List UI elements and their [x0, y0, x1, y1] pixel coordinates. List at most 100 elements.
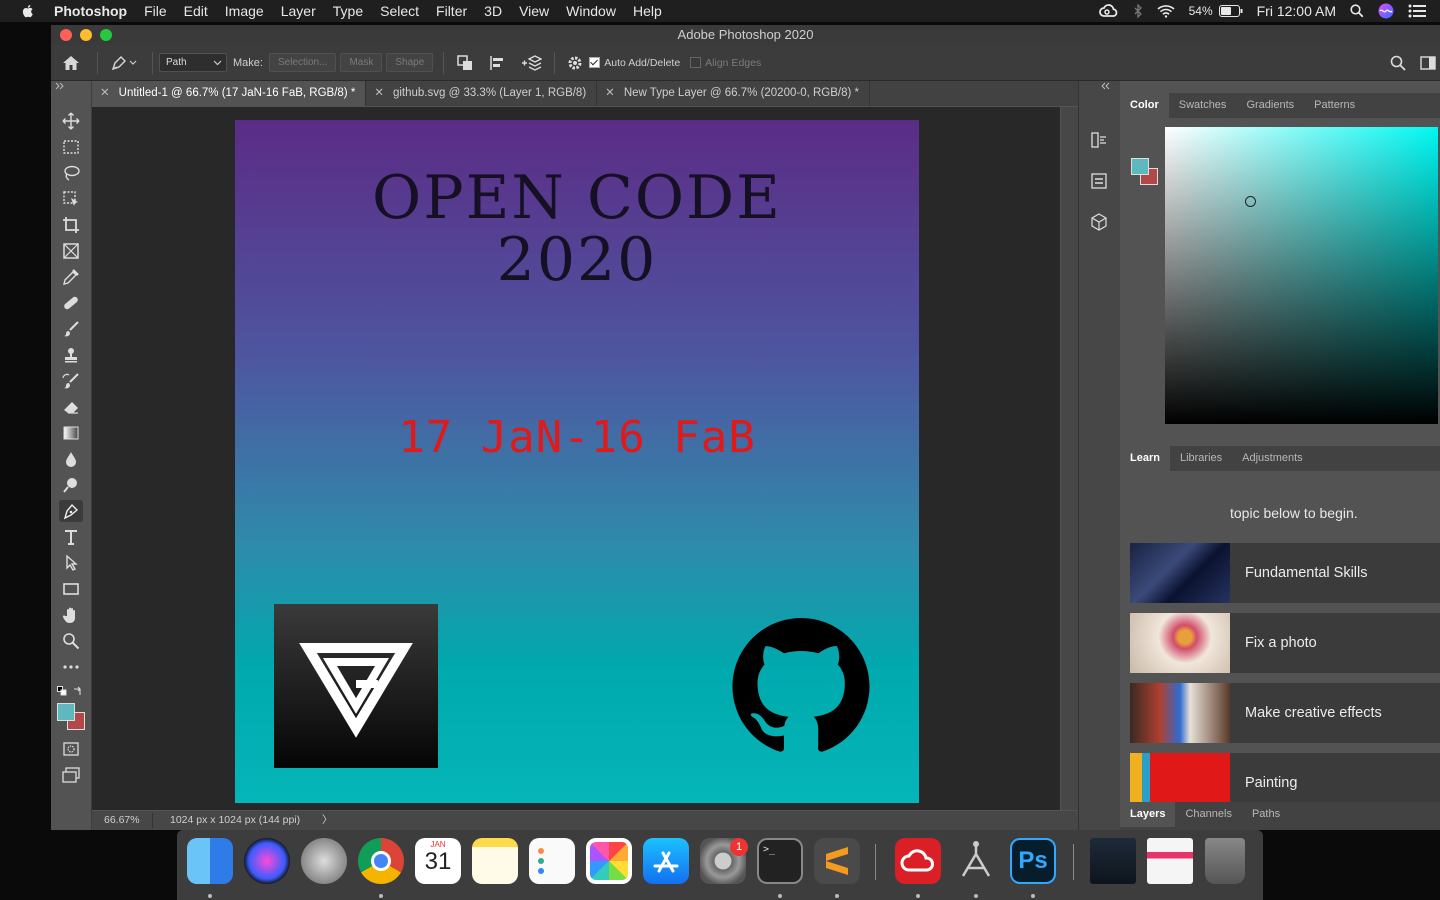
zoom-tool[interactable] — [59, 630, 83, 652]
notification-center-icon[interactable] — [1408, 4, 1426, 18]
make-mask-button[interactable]: Mask — [340, 53, 383, 72]
color-picker-cursor[interactable] — [1245, 196, 1256, 207]
menu-help[interactable]: Help — [633, 3, 662, 19]
color-field-picker[interactable] — [1165, 127, 1438, 424]
default-colors-icon[interactable] — [57, 686, 67, 696]
finder-icon[interactable] — [187, 838, 233, 884]
zoom-window-button[interactable] — [100, 29, 112, 41]
creative-cloud-app-icon[interactable] — [895, 838, 941, 884]
calendar-icon[interactable]: JAN 31 — [415, 838, 461, 884]
menu-select[interactable]: Select — [380, 3, 419, 19]
tab-libraries[interactable]: Libraries — [1170, 446, 1232, 471]
battery-icon[interactable] — [1218, 5, 1243, 17]
trash-icon[interactable] — [1205, 838, 1245, 884]
menu-filter[interactable]: Filter — [436, 3, 467, 19]
reminders-icon[interactable] — [529, 838, 575, 884]
pen-tool[interactable] — [59, 500, 83, 522]
recent-document-thumbnail[interactable] — [1147, 838, 1193, 884]
menu-edit[interactable]: Edit — [184, 3, 208, 19]
bluetooth-icon[interactable] — [1133, 4, 1143, 18]
close-tab-icon[interactable]: ✕ — [100, 87, 110, 99]
close-window-button[interactable] — [60, 29, 72, 41]
tab-layers[interactable]: Layers — [1120, 802, 1176, 827]
sublime-text-icon[interactable] — [814, 838, 860, 884]
minimize-window-button[interactable] — [80, 29, 92, 41]
rectangle-tool[interactable] — [59, 578, 83, 600]
align-edges-checkbox[interactable] — [690, 57, 702, 68]
siri-app-icon[interactable] — [244, 838, 290, 884]
auto-add-delete-checkbox[interactable] — [589, 57, 601, 68]
move-tool[interactable] — [59, 110, 83, 132]
foreground-color-swatch[interactable] — [57, 703, 75, 721]
document-tab-github[interactable]: ✕ github.svg @ 33.3% (Layer 1, RGB/8) — [366, 81, 598, 106]
history-brush-tool[interactable] — [59, 370, 83, 392]
siri-icon[interactable] — [1378, 3, 1394, 19]
photoshop-app-icon[interactable]: Ps — [1010, 838, 1056, 884]
home-button[interactable] — [51, 45, 91, 80]
object-selection-tool[interactable] — [59, 188, 83, 210]
workspace-switcher-icon[interactable] — [1420, 56, 1436, 70]
history-panel-icon[interactable] — [1090, 131, 1108, 149]
tab-gradients[interactable]: Gradients — [1236, 93, 1304, 118]
launchpad-icon[interactable] — [301, 838, 347, 884]
healing-brush-tool[interactable] — [59, 292, 83, 314]
dodge-tool[interactable] — [59, 474, 83, 496]
gear-icon[interactable] — [567, 55, 583, 71]
brush-tool[interactable] — [59, 318, 83, 340]
path-operations-icon[interactable] — [456, 54, 476, 72]
rectangular-marquee-tool[interactable] — [59, 136, 83, 158]
terminal-icon[interactable]: >_ — [757, 838, 803, 884]
document-canvas[interactable]: OPEN CODE 2020 17 JaN-16 FaB — [235, 120, 919, 803]
tab-adjustments[interactable]: Adjustments — [1232, 446, 1313, 471]
chrome-icon[interactable] — [358, 838, 404, 884]
menu-3d[interactable]: 3D — [484, 3, 502, 19]
adjustments-panel-icon[interactable] — [1090, 172, 1108, 190]
creative-cloud-icon[interactable] — [1098, 4, 1119, 18]
menu-type[interactable]: Type — [333, 3, 363, 19]
path-selection-tool[interactable] — [59, 552, 83, 574]
tab-paths[interactable]: Paths — [1242, 802, 1290, 827]
wifi-icon[interactable] — [1157, 4, 1175, 18]
pen-mode-select[interactable]: Path — [159, 53, 227, 72]
path-alignment-icon[interactable] — [488, 54, 508, 72]
collapse-panels-icon[interactable] — [1101, 82, 1111, 90]
make-selection-button[interactable]: Selection... — [268, 53, 337, 72]
document-tab-untitled[interactable]: ✕ Untitled-1 @ 66.7% (17 JaN-16 FaB, RGB/… — [92, 81, 367, 106]
path-arrangement-icon[interactable] — [520, 54, 543, 72]
collapse-toolbox-icon[interactable] — [55, 82, 65, 90]
tool-preset-picker[interactable] — [110, 55, 138, 71]
crop-tool[interactable] — [59, 214, 83, 236]
tab-channels[interactable]: Channels — [1175, 802, 1241, 827]
screen-mode-button[interactable] — [59, 764, 83, 786]
gradient-tool[interactable] — [59, 422, 83, 444]
tab-patterns[interactable]: Patterns — [1304, 93, 1365, 118]
clone-stamp-tool[interactable] — [59, 344, 83, 366]
hand-tool[interactable] — [59, 604, 83, 626]
edit-toolbar-button[interactable] — [59, 656, 83, 678]
3d-panel-icon[interactable] — [1090, 213, 1108, 231]
learn-item-fix-a-photo[interactable]: Fix a photo — [1130, 613, 1440, 673]
menu-window[interactable]: Window — [566, 3, 616, 19]
blur-tool[interactable] — [59, 448, 83, 470]
eraser-tool[interactable] — [59, 396, 83, 418]
type-tool[interactable] — [59, 526, 83, 548]
notes-icon[interactable] — [472, 838, 518, 884]
recent-window-thumbnail[interactable] — [1090, 838, 1136, 884]
menu-image[interactable]: Image — [225, 3, 264, 19]
lasso-tool[interactable] — [59, 162, 83, 184]
tab-learn[interactable]: Learn — [1120, 446, 1170, 471]
swap-colors-icon[interactable] — [73, 686, 83, 696]
learn-item-fundamental-skills[interactable]: Fundamental Skills — [1130, 543, 1440, 603]
canvas-area[interactable]: OPEN CODE 2020 17 JaN-16 FaB — [92, 107, 1060, 810]
tab-color[interactable]: Color — [1120, 93, 1169, 118]
menu-app-name[interactable]: Photoshop — [54, 3, 127, 19]
network-radar-icon[interactable] — [953, 838, 999, 884]
menu-layer[interactable]: Layer — [281, 3, 316, 19]
menu-file[interactable]: File — [144, 3, 167, 19]
document-tab-new-type-layer[interactable]: ✕ New Type Layer @ 66.7% (20200-0, RGB/8)… — [597, 81, 871, 106]
menu-view[interactable]: View — [519, 3, 549, 19]
close-tab-icon[interactable]: ✕ — [374, 87, 384, 99]
zoom-level[interactable]: 66.67% — [104, 811, 140, 830]
quick-mask-button[interactable] — [59, 738, 83, 760]
photos-icon[interactable] — [586, 838, 632, 884]
